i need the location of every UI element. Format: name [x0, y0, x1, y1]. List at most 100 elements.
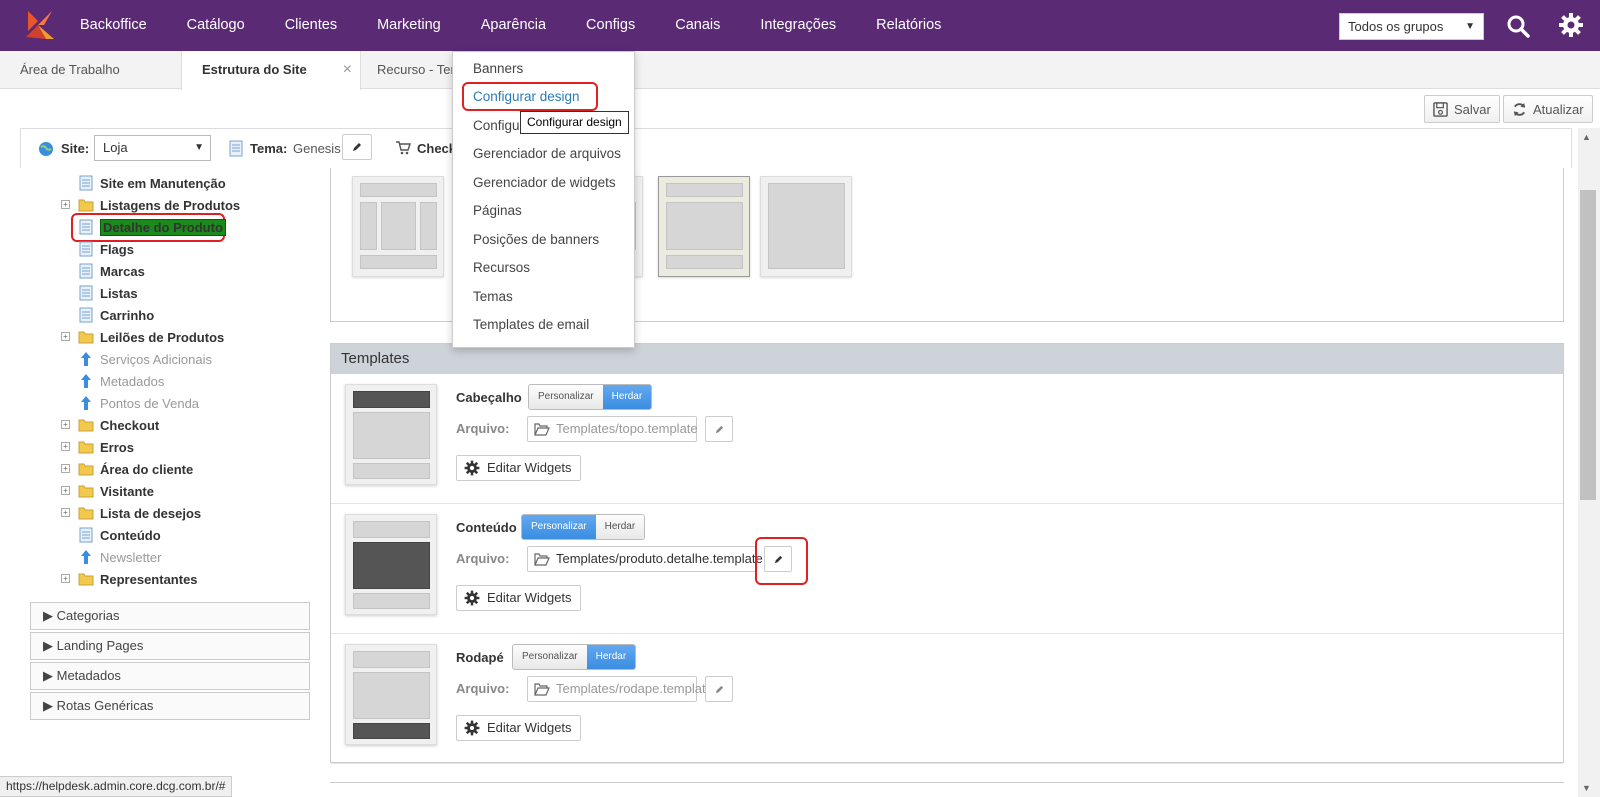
accordion-3[interactable]: ▶ Rotas Genéricas — [30, 692, 310, 720]
nav-item-1[interactable]: Catálogo — [167, 0, 265, 51]
edit-widgets-button[interactable]: Editar Widgets — [456, 715, 581, 741]
refresh-label: Atualizar — [1533, 101, 1584, 117]
tree-item[interactable]: Conteúdo — [78, 524, 161, 546]
expand-icon[interactable]: + — [61, 332, 70, 341]
expand-icon[interactable]: + — [61, 464, 70, 473]
tree-item[interactable]: Detalhe do Produto — [78, 216, 226, 238]
tab-area-de-trabalho[interactable]: Área de Trabalho — [0, 51, 140, 89]
menu-item-7[interactable]: Recursos — [473, 260, 530, 275]
layout-option-blank[interactable] — [760, 176, 852, 277]
tree-item[interactable]: Representantes — [78, 568, 198, 590]
templates-header: Templates — [331, 344, 1563, 374]
tree-item[interactable]: Listagens de Produtos — [78, 194, 240, 216]
tree-item-label: Marcas — [100, 263, 145, 279]
herdar-button[interactable]: Herdar — [602, 385, 652, 409]
tree-item[interactable]: Visitante — [78, 480, 154, 502]
main-menu: Backoffice Catálogo Clientes Marketing Aparê… — [60, 0, 961, 51]
document-icon — [79, 241, 93, 257]
menu-item-9[interactable]: Templates de email — [473, 317, 589, 332]
edit-widgets-button[interactable]: Editar Widgets — [456, 585, 581, 611]
expand-icon[interactable]: + — [61, 442, 70, 451]
accordion-2[interactable]: ▶ Metadados — [30, 662, 310, 690]
personalizar-button[interactable]: Personalizar — [529, 385, 603, 409]
personalizar-button[interactable]: Personalizar — [513, 645, 587, 669]
tree-item[interactable]: Pontos de Venda — [78, 392, 199, 414]
brand-logo[interactable] — [24, 9, 56, 41]
tree-item[interactable]: Marcas — [78, 260, 145, 282]
tree-item[interactable]: Newsletter — [78, 546, 161, 568]
tree-item[interactable]: Serviços Adicionais — [78, 348, 212, 370]
layout-option-3col[interactable] — [352, 176, 444, 277]
herdar-button[interactable]: Herdar — [595, 515, 645, 539]
edit-file-button[interactable] — [705, 416, 733, 442]
edit-widgets-button[interactable]: Editar Widgets — [456, 455, 581, 481]
tree-item[interactable]: Listas — [78, 282, 138, 304]
document-icon — [229, 140, 243, 157]
edit-file-button[interactable] — [705, 676, 733, 702]
tab-label: Estrutura do Site — [202, 62, 307, 77]
tree-item[interactable]: Metadados — [78, 370, 164, 392]
tree-item[interactable]: Flags — [78, 238, 134, 260]
folder-open-icon — [534, 683, 550, 696]
tree-item[interactable]: Checkout — [78, 414, 159, 436]
template-name: Conteúdo — [456, 520, 517, 535]
mode-toggle[interactable]: Personalizar Herdar — [521, 514, 646, 540]
tree-item[interactable]: Site em Manutenção — [78, 172, 226, 194]
refresh-button[interactable]: Atualizar — [1503, 95, 1593, 123]
expand-icon[interactable]: + — [61, 486, 70, 495]
nav-item-6[interactable]: Canais — [655, 0, 740, 51]
nav-item-7[interactable]: Integrações — [740, 0, 856, 51]
edit-theme-button[interactable] — [342, 134, 372, 160]
tree-item[interactable]: Lista de desejos — [78, 502, 201, 524]
expand-icon[interactable]: + — [61, 200, 70, 209]
accordion-label: Landing Pages — [56, 638, 144, 653]
nav-item-8[interactable]: Relatórios — [856, 0, 961, 51]
group-select[interactable]: Todos os grupos ▼ — [1339, 13, 1484, 40]
search-icon[interactable] — [1505, 13, 1531, 39]
menu-item-6[interactable]: Posições de banners — [473, 232, 599, 247]
checkout-label: Check — [417, 141, 457, 156]
accordion-1[interactable]: ▶ Landing Pages — [30, 632, 310, 660]
scroll-down-icon[interactable]: ▼ — [1582, 783, 1591, 793]
tree-item[interactable]: Erros — [78, 436, 134, 458]
menu-item-2[interactable]: Configu — [473, 118, 520, 133]
folder-icon — [78, 331, 94, 344]
expand-icon[interactable]: + — [61, 508, 70, 517]
gear-icon[interactable] — [1558, 12, 1584, 38]
expand-icon[interactable]: + — [61, 574, 70, 583]
tree-item[interactable]: Leilões de Produtos — [78, 326, 224, 348]
accordion-0[interactable]: ▶ Categorias — [30, 602, 310, 630]
save-button[interactable]: Salvar — [1424, 95, 1500, 123]
tree-item[interactable]: Carrinho — [78, 304, 154, 326]
nav-item-0[interactable]: Backoffice — [60, 0, 167, 51]
site-select[interactable]: Loja ▼ — [94, 135, 211, 161]
triangle-right-icon: ▶ — [43, 608, 57, 623]
expand-icon[interactable]: + — [61, 420, 70, 429]
scroll-up-icon[interactable]: ▲ — [1582, 132, 1591, 142]
nav-item-2[interactable]: Clientes — [265, 0, 357, 51]
tree-item-label: Checkout — [100, 417, 160, 433]
nav-item-4[interactable]: Aparência — [461, 0, 566, 51]
menu-item-3[interactable]: Gerenciador de arquivos — [473, 146, 621, 161]
annotation-highlight-box — [755, 537, 808, 585]
mode-toggle[interactable]: Personalizar Herdar — [528, 384, 653, 410]
save-label: Salvar — [1454, 101, 1491, 117]
close-icon[interactable]: × — [343, 51, 352, 89]
menu-item-8[interactable]: Temas — [473, 289, 513, 304]
menu-item-0[interactable]: Banners — [473, 61, 523, 76]
menu-item-5[interactable]: Páginas — [473, 203, 522, 218]
nav-item-3[interactable]: Marketing — [357, 0, 461, 51]
edit-widgets-label: Editar Widgets — [487, 460, 572, 475]
personalizar-button[interactable]: Personalizar — [522, 515, 596, 539]
nav-item-5[interactable]: Configs — [566, 0, 655, 51]
tree-item-label: Lista de desejos — [100, 505, 202, 521]
tree-item[interactable]: Área do cliente — [78, 458, 193, 480]
mode-toggle[interactable]: Personalizar Herdar — [512, 644, 637, 670]
herdar-button[interactable]: Herdar — [586, 645, 636, 669]
scrollbar-thumb[interactable] — [1580, 190, 1596, 500]
file-path-field[interactable]: Templates/produto.detalhe.template — [527, 546, 763, 572]
menu-item-4[interactable]: Gerenciador de widgets — [473, 175, 616, 190]
layout-option-1col-selected[interactable] — [658, 176, 750, 277]
tab-estrutura-do-site[interactable]: Estrutura do Site × — [181, 51, 361, 90]
folder-icon — [78, 441, 94, 454]
